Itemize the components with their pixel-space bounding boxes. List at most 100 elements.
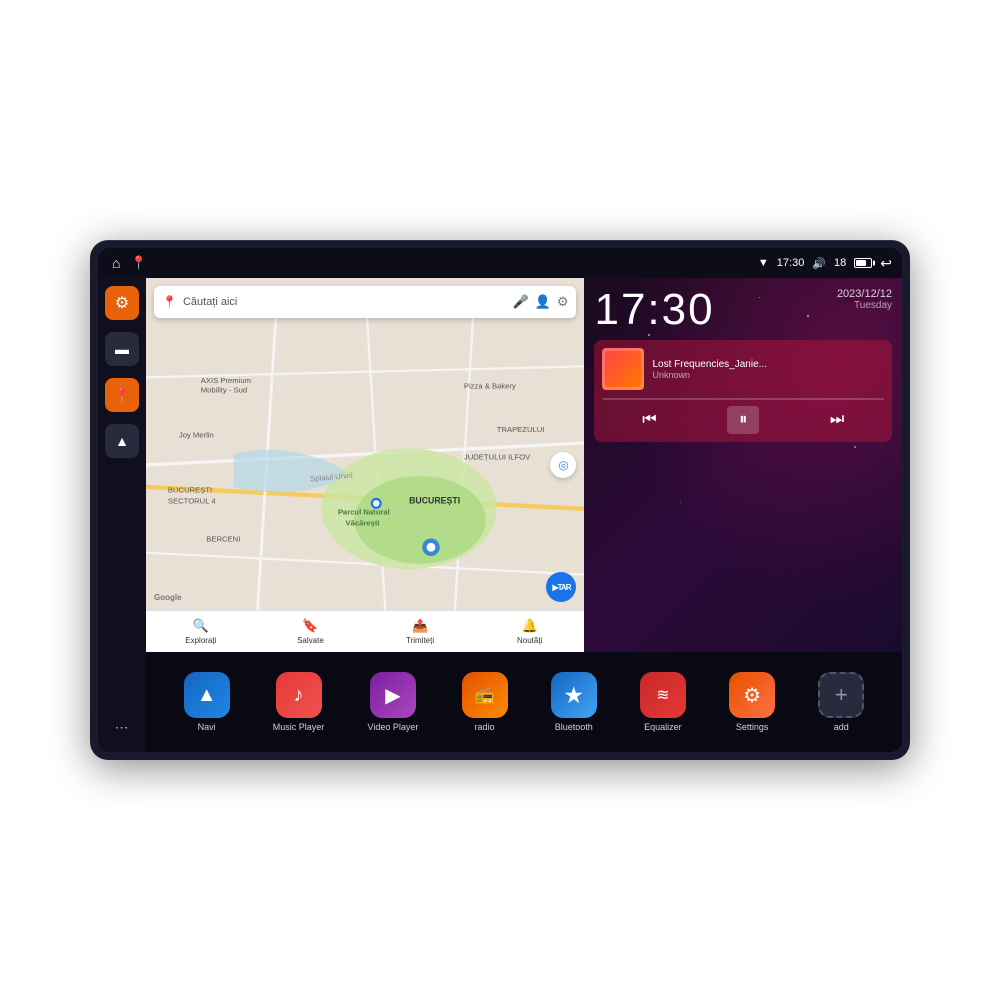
back-icon[interactable]: ↩: [880, 255, 892, 272]
map-nav-noutăți[interactable]: 🔔 Noutăți: [475, 611, 585, 652]
add-app-label: add: [834, 722, 849, 732]
status-right: ▼ 17:30 🔊 18 ↩: [758, 255, 892, 272]
maps-icon[interactable]: 📍: [130, 255, 146, 271]
video-app-icon: ▶: [370, 672, 416, 718]
pause-icon: ⏸: [739, 411, 747, 429]
explore-label: Explorați: [185, 636, 216, 645]
left-sidebar: ⚙ ▬ 📍 ▲ ⋯: [98, 278, 146, 752]
app-item-settings[interactable]: ⚙ Settings: [729, 672, 775, 732]
music-artist: Unknown: [652, 370, 884, 380]
music-app-label: Music Player: [273, 722, 325, 732]
next-button[interactable]: ⏭: [821, 406, 853, 434]
next-icon: ⏭: [830, 411, 844, 429]
map-nav-explorați[interactable]: 🔍 Explorați: [146, 611, 256, 652]
app-item-music[interactable]: ♪ Music Player: [273, 672, 325, 732]
app-item-navi[interactable]: ▲ Navi: [184, 672, 230, 732]
explore-icon: 🔍: [193, 618, 209, 634]
album-art: [602, 348, 644, 390]
svg-text:SECTORUL 4: SECTORUL 4: [168, 496, 216, 505]
wifi-icon: ▼: [758, 257, 769, 269]
main-content: ⚙ ▬ 📍 ▲ ⋯: [98, 278, 902, 752]
status-time: 17:30: [777, 257, 805, 269]
music-title: Lost Frequencies_Janie...: [652, 359, 884, 370]
music-info: Lost Frequencies_Janie... Unknown: [602, 348, 884, 390]
equalizer-app-icon: ≋: [640, 672, 686, 718]
volume-icon: 🔊: [812, 257, 826, 270]
apps-bar: ▲ Navi ♪ Music Player ▶ Vid: [146, 652, 902, 752]
status-left-icons: ⌂ 📍: [112, 255, 147, 271]
account-icon[interactable]: 👤: [535, 294, 551, 310]
news-icon: 🔔: [522, 618, 538, 634]
home-icon[interactable]: ⌂: [112, 255, 120, 271]
map-options-icon[interactable]: ⚙: [557, 294, 569, 310]
app-item-equalizer[interactable]: ≋ Equalizer: [640, 672, 686, 732]
svg-text:BERCENI: BERCENI: [206, 535, 240, 544]
map-nav-salvate[interactable]: 🔖 Salvate: [256, 611, 366, 652]
clock-date-day: Tuesday: [837, 300, 892, 311]
stars-decoration: [584, 278, 902, 652]
svg-text:AXIS Premium: AXIS Premium: [201, 376, 251, 385]
bluetooth-app-label: Bluetooth: [555, 722, 593, 732]
svg-text:BUCUREȘTI: BUCUREȘTI: [168, 485, 212, 494]
sidebar-btn-files[interactable]: ▬: [105, 332, 139, 366]
prev-button[interactable]: ⏮: [633, 406, 665, 434]
map-panel[interactable]: Splaiul Unirii BUCUREȘTI JUDEȚULUI ILFOV…: [146, 278, 584, 652]
google-logo: Google: [154, 593, 182, 602]
add-app-icon: +: [818, 672, 864, 718]
music-controls: ⏮ ⏸ ⏭: [602, 406, 884, 434]
svg-text:TRAPEZULUI: TRAPEZULUI: [497, 425, 545, 434]
clock-date-value: 2023/12/12: [837, 288, 892, 300]
settings-app-icon: ⚙: [729, 672, 775, 718]
clock-area: 17:30 2023/12/12 Tuesday: [594, 288, 892, 332]
sidebar-btn-apps[interactable]: ⋯: [105, 710, 139, 744]
music-app-icon: ♪: [276, 672, 322, 718]
navi-icon: ▲: [184, 672, 230, 718]
saved-label: Salvate: [297, 636, 324, 645]
app-item-bluetooth[interactable]: ★ Bluetooth: [551, 672, 597, 732]
clock-time: 17:30: [594, 288, 714, 332]
map-search-icons: 🎤 👤 ⚙: [512, 294, 568, 310]
sidebar-btn-settings[interactable]: ⚙: [105, 286, 139, 320]
bluetooth-app-icon: ★: [551, 672, 597, 718]
files-icon: ▬: [115, 341, 129, 357]
news-label: Noutăți: [517, 636, 542, 645]
map-nav-trimiteți[interactable]: 📤 Trimiteți: [365, 611, 475, 652]
app-item-radio[interactable]: 📻 radio: [462, 672, 508, 732]
map-search-pin-icon: 📍: [162, 295, 177, 309]
sidebar-btn-navi[interactable]: ▲: [105, 424, 139, 458]
svg-text:BUCUREȘTI: BUCUREȘTI: [409, 495, 460, 505]
progress-bar[interactable]: [602, 398, 884, 400]
map-search-bar[interactable]: 📍 Căutați aici 🎤 👤 ⚙: [154, 286, 576, 318]
sidebar-btn-maps[interactable]: 📍: [105, 378, 139, 412]
map-pin-sidebar-icon: 📍: [113, 387, 130, 404]
app-item-add[interactable]: + add: [818, 672, 864, 732]
prev-icon: ⏮: [642, 411, 656, 429]
screen: ⌂ 📍 ▼ 17:30 🔊 18 ↩ ⚙ ▬: [98, 248, 902, 752]
map-svg: Splaiul Unirii BUCUREȘTI JUDEȚULUI ILFOV…: [146, 278, 584, 652]
right-panel: 17:30 2023/12/12 Tuesday: [584, 278, 902, 652]
svg-text:JUDEȚULUI ILFOV: JUDEȚULUI ILFOV: [464, 453, 531, 462]
svg-text:Joy Merlin: Joy Merlin: [179, 431, 214, 440]
share-label: Trimiteți: [406, 636, 434, 645]
app-item-video[interactable]: ▶ Video Player: [367, 672, 418, 732]
svg-text:Parcul Natural: Parcul Natural: [338, 507, 390, 516]
status-bar: ⌂ 📍 ▼ 17:30 🔊 18 ↩: [98, 248, 902, 278]
share-icon: 📤: [412, 618, 428, 634]
settings-icon: ⚙: [115, 293, 129, 313]
svg-text:Mobility - Sud: Mobility - Sud: [201, 386, 247, 395]
microphone-icon[interactable]: 🎤: [512, 294, 528, 310]
top-panels: Splaiul Unirii BUCUREȘTI JUDEȚULUI ILFOV…: [146, 278, 902, 652]
navigate-icon: ▲: [115, 433, 129, 449]
navi-label: Navi: [198, 722, 216, 732]
map-location-button[interactable]: ◎: [550, 452, 576, 478]
clock-date: 2023/12/12 Tuesday: [837, 288, 892, 311]
play-pause-button[interactable]: ⏸: [727, 406, 759, 434]
equalizer-app-label: Equalizer: [644, 722, 682, 732]
svg-text:Pizza & Bakery: Pizza & Bakery: [464, 381, 516, 390]
svg-text:Văcărești: Văcărești: [346, 518, 380, 527]
device: ⌂ 📍 ▼ 17:30 🔊 18 ↩ ⚙ ▬: [90, 240, 910, 760]
music-player: Lost Frequencies_Janie... Unknown ⏮: [594, 340, 892, 442]
battery-icon: [854, 258, 872, 268]
settings-app-label: Settings: [736, 722, 769, 732]
map-search-placeholder: Căutați aici: [183, 296, 506, 308]
